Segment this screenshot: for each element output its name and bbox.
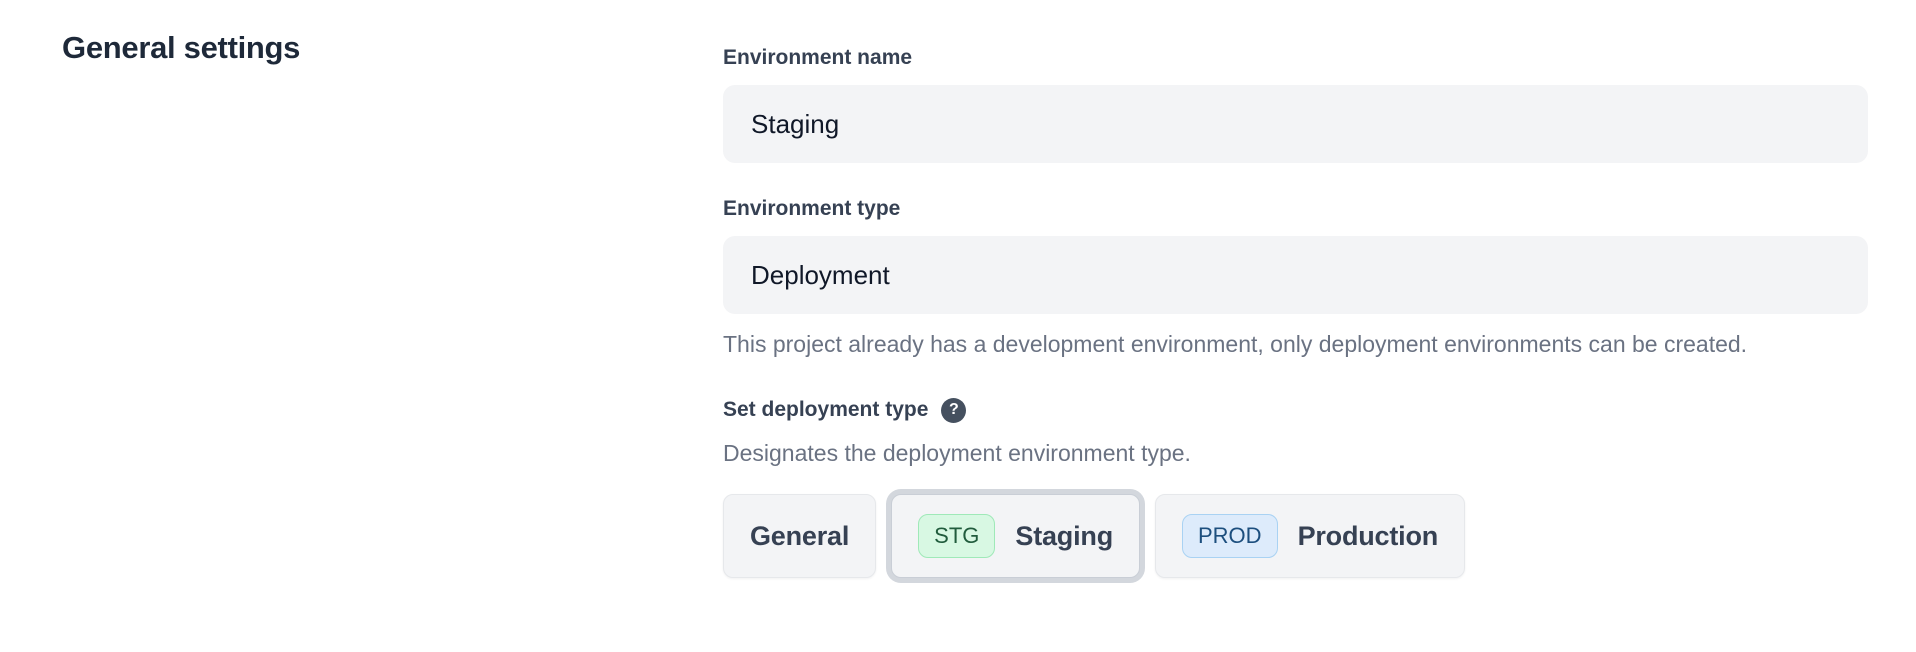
- deployment-type-option-production-label: Production: [1298, 521, 1439, 552]
- environment-type-label: Environment type: [723, 195, 1868, 223]
- staging-badge: STG: [918, 514, 995, 558]
- deployment-type-options: General STG Staging PROD Production: [723, 494, 1868, 578]
- environment-name-input[interactable]: [723, 85, 1868, 163]
- settings-page: General settings Environment name Enviro…: [0, 0, 1916, 652]
- question-mark-icon[interactable]: ?: [941, 398, 966, 423]
- deployment-type-label-row: Set deployment type ?: [723, 396, 1868, 424]
- production-badge: PROD: [1182, 514, 1278, 558]
- page-title: General settings: [62, 30, 300, 66]
- deployment-type-option-general-label: General: [750, 521, 849, 552]
- deployment-type-label: Set deployment type: [723, 396, 928, 424]
- environment-type-help-text: This project already has a development e…: [723, 326, 1868, 362]
- deployment-type-description: Designates the deployment environment ty…: [723, 437, 1868, 470]
- settings-form: Environment name Environment type This p…: [723, 44, 1868, 578]
- deployment-type-option-staging[interactable]: STG Staging: [891, 494, 1140, 578]
- deployment-type-option-general[interactable]: General: [723, 494, 876, 578]
- environment-name-label: Environment name: [723, 44, 1868, 72]
- environment-type-input[interactable]: [723, 236, 1868, 314]
- deployment-type-option-production[interactable]: PROD Production: [1155, 494, 1465, 578]
- deployment-type-option-staging-label: Staging: [1015, 521, 1113, 552]
